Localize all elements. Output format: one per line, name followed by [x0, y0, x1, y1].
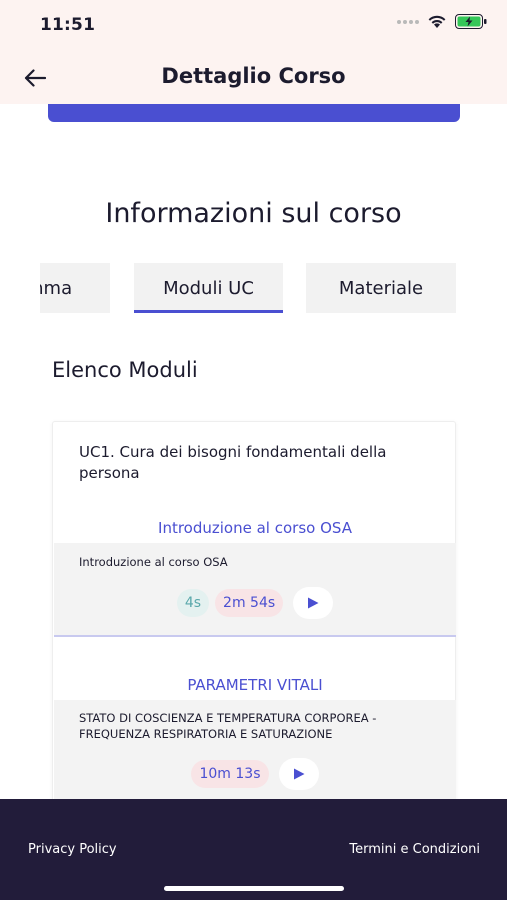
play-icon: [308, 597, 319, 609]
tab-moduli-uc[interactable]: Moduli UC: [134, 263, 283, 313]
tab-label: Materiale: [338, 277, 424, 299]
course-banner-button[interactable]: [48, 104, 460, 122]
play-icon: [293, 768, 304, 780]
lesson-description: STATO DI COSCIENZA E TEMPERATURA CORPORE…: [79, 711, 377, 741]
lesson-divider: [54, 635, 456, 637]
module-title: UC1. Cura dei bisogni fondamentali della…: [79, 443, 387, 482]
status-icons: [397, 14, 487, 29]
footer: Privacy Policy Termini e Condizioni: [0, 799, 507, 900]
modules-list-title: Elenco Moduli: [52, 358, 198, 382]
privacy-policy-link[interactable]: Privacy Policy: [28, 842, 117, 857]
lesson-description: Introduzione al corso OSA: [79, 555, 228, 569]
duration-badge: 4s: [176, 589, 210, 617]
home-indicator[interactable]: [164, 886, 344, 891]
tab-bar: mma Moduli UC Materiale: [0, 263, 507, 315]
lesson-title[interactable]: PARAMETRI VITALI: [53, 676, 457, 694]
page-title: Dettaglio Corso: [161, 64, 346, 88]
lesson-badges: 10m 13s: [54, 758, 456, 790]
tab-programma[interactable]: mma: [40, 263, 110, 313]
play-button[interactable]: [278, 758, 319, 790]
signal-dots-icon: [397, 19, 419, 24]
tab-materiale[interactable]: Materiale: [306, 263, 456, 313]
duration-badge: 2m 54s: [215, 589, 284, 617]
lesson-item: STATO DI COSCIENZA E TEMPERATURA CORPORE…: [54, 700, 456, 800]
lesson-badges: 4s 2m 54s: [54, 587, 456, 619]
terms-link[interactable]: Termini e Condizioni: [349, 842, 480, 857]
active-tab-indicator: [134, 310, 283, 313]
nav-bar: Dettaglio Corso: [0, 52, 507, 104]
status-bar: 11:51: [0, 0, 507, 52]
module-card: UC1. Cura dei bisogni fondamentali della…: [52, 421, 456, 821]
tab-label: Moduli UC: [163, 277, 254, 299]
play-button[interactable]: [293, 587, 334, 619]
lesson-title[interactable]: Introduzione al corso OSA: [53, 519, 457, 537]
duration-badge: 10m 13s: [191, 760, 269, 788]
wifi-icon: [428, 15, 446, 28]
section-title: Informazioni sul corso: [105, 198, 402, 229]
battery-charging-icon: [455, 14, 487, 29]
tab-label: mma: [40, 277, 73, 299]
lesson-item: Introduzione al corso OSA 4s 2m 54s: [54, 543, 456, 635]
status-time: 11:51: [40, 15, 96, 35]
